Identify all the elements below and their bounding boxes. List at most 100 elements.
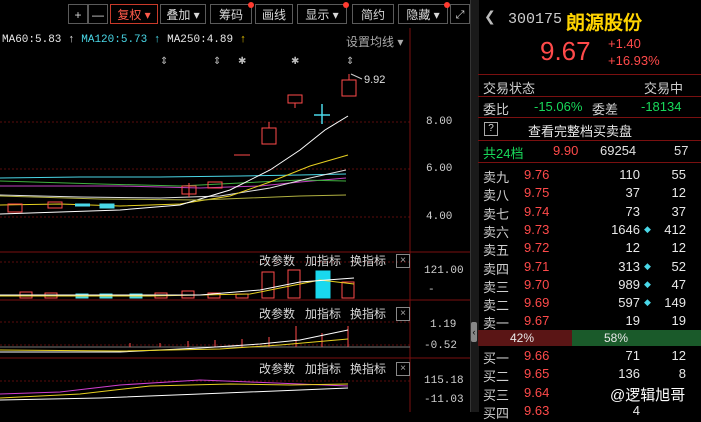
order-count: 12 xyxy=(671,348,686,363)
change-param-button[interactable]: 改参数 xyxy=(259,305,295,322)
order-level-label: 卖八 xyxy=(483,188,510,204)
svg-text:⇕: ⇕ xyxy=(213,56,221,67)
weicha-label: 委差 xyxy=(592,102,619,117)
signal-markers: ⇕ ⇕ ✱ ✱ ⇕ xyxy=(160,56,354,67)
order-price: 9.71 xyxy=(524,258,550,274)
buy-sell-ratio: 42% 58% xyxy=(478,330,701,346)
price-axis-2: 6.00 xyxy=(426,163,453,175)
svg-text:✱: ✱ xyxy=(291,56,299,67)
order-count: 12 xyxy=(671,240,686,256)
divider xyxy=(478,96,701,97)
order-count: 47 xyxy=(671,276,686,292)
order-volume: 4 xyxy=(632,402,640,418)
order-volume: 136 xyxy=(618,366,640,382)
order-level-label: 买一 xyxy=(483,351,510,366)
order-volume: 313 xyxy=(618,258,640,274)
close-icon[interactable]: × xyxy=(396,254,410,268)
order-volume: 71 xyxy=(625,348,640,363)
ask-row[interactable]: 卖二 9.69 597 ◆ 149 xyxy=(478,294,701,313)
webi-value: -15.06% xyxy=(534,99,583,114)
ask-row[interactable]: 卖一 9.67 19 19 xyxy=(478,312,701,331)
vol-axis-1: 121.00 xyxy=(424,265,464,277)
ratio-bar-buy xyxy=(571,330,701,346)
divider xyxy=(478,74,701,75)
add-indicator-button[interactable]: 加指标 xyxy=(305,305,341,322)
change-param-button[interactable]: 改参数 xyxy=(259,252,295,269)
order-count: 52 xyxy=(671,258,686,274)
order-count: 19 xyxy=(671,313,686,329)
order-level-label: 卖六 xyxy=(483,224,510,240)
full-book-button[interactable]: 查看完整档买卖盘 xyxy=(528,121,632,140)
status-label: 交易状态 xyxy=(483,81,536,96)
ask-row[interactable]: 卖九 9.76 110 55 xyxy=(478,166,701,185)
order-price: 9.67 xyxy=(524,313,550,329)
vol-axis-2: - xyxy=(428,284,435,296)
order-price: 9.74 xyxy=(524,203,550,219)
stock-code: 300175 xyxy=(508,11,563,28)
order-price: 9.66 xyxy=(524,348,550,363)
price-axis-3: 4.00 xyxy=(426,211,453,223)
svg-text:⇕: ⇕ xyxy=(346,56,354,67)
vol-ma-white xyxy=(0,277,355,296)
add-indicator-button[interactable]: 加指标 xyxy=(305,252,341,269)
watermark: @逻辑旭哥 xyxy=(610,387,686,404)
high-price-label: 9.92 xyxy=(364,74,386,86)
ind-line-magenta xyxy=(0,379,349,395)
add-indicator-button[interactable]: 加指标 xyxy=(305,360,341,377)
order-level-label: 买三 xyxy=(483,387,510,403)
order-count: 37 xyxy=(671,203,686,219)
order-price: 9.75 xyxy=(524,185,550,201)
high-pointer xyxy=(350,73,363,80)
price-axis-1: 8.00 xyxy=(426,116,453,128)
cross-candle xyxy=(314,104,330,124)
collapse-handle-icon[interactable]: ‹ xyxy=(471,322,477,342)
levels-count: 57 xyxy=(674,143,689,158)
swap-indicator-button[interactable]: 换指标 xyxy=(350,360,386,377)
order-count: 8 xyxy=(678,366,686,382)
order-count: 149 xyxy=(664,295,686,311)
order-price: 9.64 xyxy=(524,384,550,400)
swap-indicator-button[interactable]: 换指标 xyxy=(350,252,386,269)
volume-bars xyxy=(19,269,355,299)
change-param-button[interactable]: 改参数 xyxy=(259,360,295,377)
ma-line-white-long xyxy=(0,169,347,199)
order-volume: 597 xyxy=(618,295,640,311)
ind-line-white xyxy=(0,387,349,401)
webi-label: 委比 xyxy=(483,102,510,117)
swap-indicator-button[interactable]: 换指标 xyxy=(350,305,386,322)
order-level-label: 卖七 xyxy=(483,206,510,222)
order-volume: 110 xyxy=(619,167,640,182)
close-icon[interactable]: × xyxy=(396,307,410,321)
ratio-right-label: 58% xyxy=(604,331,629,345)
svg-text:✱: ✱ xyxy=(238,56,246,67)
ma-line-cyan xyxy=(0,173,347,179)
order-volume: 19 xyxy=(625,313,640,329)
ask-row[interactable]: 卖三 9.70 989 ◆ 47 xyxy=(478,276,701,295)
divider xyxy=(478,117,701,118)
ind-axis-1: 115.18 xyxy=(424,375,464,387)
ask-row[interactable]: 卖四 9.71 313 ◆ 52 xyxy=(478,258,701,277)
order-level-label: 卖九 xyxy=(483,170,510,185)
order-price: 9.65 xyxy=(524,366,550,382)
ask-row[interactable]: 卖八 9.75 37 12 xyxy=(478,184,701,204)
bid-row[interactable]: 买一 9.66 71 12 xyxy=(478,347,701,366)
order-count: 12 xyxy=(671,185,686,201)
ask-row[interactable]: 卖六 9.73 1646 ◆ 412 xyxy=(478,221,701,240)
svg-text:⇕: ⇕ xyxy=(160,56,168,67)
macd-axis-1: 1.19 xyxy=(430,319,457,331)
candles xyxy=(7,74,357,213)
back-icon[interactable]: ❮ xyxy=(484,8,496,25)
order-price: 9.72 xyxy=(524,240,550,256)
bid-row[interactable]: 买二 9.65 136 8 xyxy=(478,365,701,385)
divider xyxy=(478,162,701,163)
ask-row[interactable]: 卖七 9.74 73 37 xyxy=(478,203,701,222)
order-volume: 73 xyxy=(625,203,640,219)
ask-row[interactable]: 卖五 9.72 12 12 xyxy=(478,239,701,258)
order-count: 55 xyxy=(671,167,686,182)
macd-axis-2: -0.52 xyxy=(424,340,458,352)
order-price: 9.69 xyxy=(524,295,550,311)
ind-line-yellow xyxy=(0,383,349,399)
order-level-label: 买二 xyxy=(483,369,510,385)
help-icon[interactable]: ? xyxy=(484,122,498,136)
close-icon[interactable]: × xyxy=(396,362,410,376)
